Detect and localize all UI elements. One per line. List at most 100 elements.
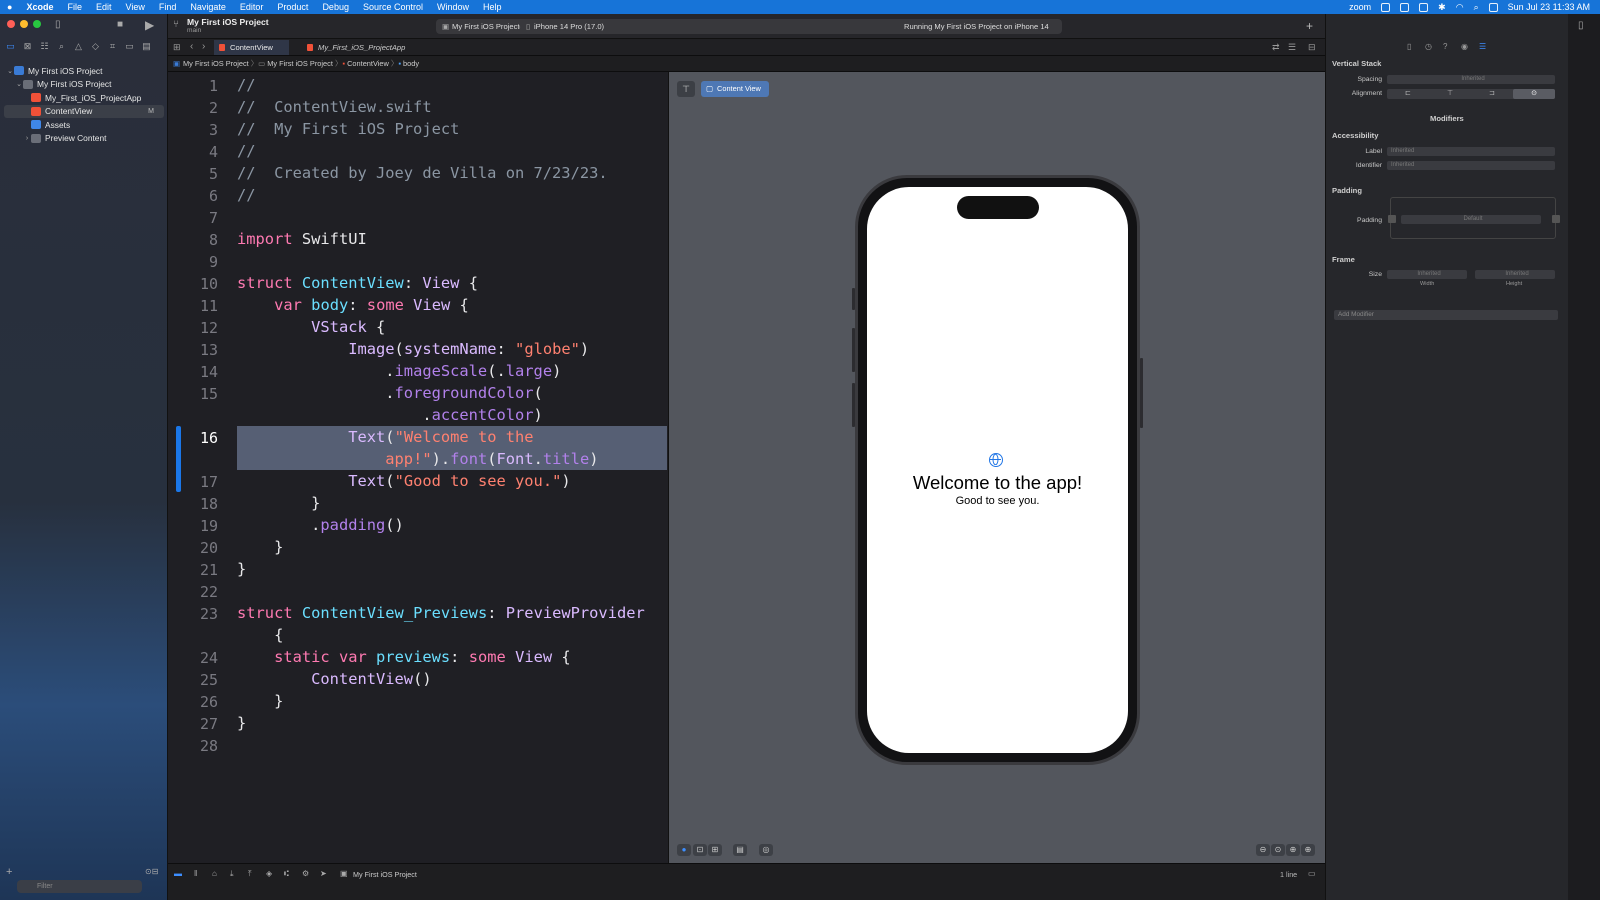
attributes-inspector-icon[interactable]: ☰ <box>1479 42 1486 51</box>
code-line-1[interactable]: // <box>237 76 256 94</box>
panel-toggle-icon[interactable]: ▭ <box>1308 869 1316 878</box>
run-icon[interactable]: ▶ <box>145 18 154 32</box>
preview-canvas[interactable]: ⊤ ▢ Content View Welcome to the app! Goo… <box>668 72 1325 863</box>
code-line-24[interactable]: static var previews: some View { <box>237 648 571 666</box>
device-screen[interactable]: Welcome to the app! Good to see you. <box>867 187 1128 753</box>
filter-options-icon[interactable]: ⊙⊟ <box>145 867 158 876</box>
tree-item-app-file[interactable]: My_First_iOS_ProjectApp <box>0 91 168 105</box>
code-line-16[interactable]: Text("Welcome to the <box>237 428 533 446</box>
accessibility-label-field[interactable]: Inherited <box>1387 147 1555 156</box>
menu-edit[interactable]: Edit <box>89 2 119 12</box>
project-title[interactable]: My First iOS Project <box>187 17 269 27</box>
code-line-11[interactable]: var body: some View { <box>237 296 469 314</box>
code-line-13[interactable]: Image(systemName: "globe") <box>237 340 589 358</box>
back-icon[interactable]: ‹ <box>190 41 193 52</box>
apple-menu-icon[interactable]: ● <box>0 2 19 12</box>
add-modifier-field[interactable]: Add Modifier <box>1334 310 1558 320</box>
display-icon[interactable] <box>1400 2 1410 12</box>
code-line-18[interactable]: } <box>237 494 320 512</box>
code-line-27[interactable]: } <box>237 714 246 732</box>
bluetooth-icon[interactable]: ✱ <box>1438 2 1446 13</box>
live-mode-icon[interactable]: ● <box>677 844 691 856</box>
branch-name[interactable]: main <box>187 27 201 34</box>
battery-icon[interactable] <box>1419 2 1429 12</box>
simulate-location-icon[interactable]: ➤ <box>320 869 327 878</box>
menu-help[interactable]: Help <box>476 2 509 12</box>
close-window-button[interactable] <box>7 20 15 28</box>
breadcrumb-group[interactable]: My First iOS Project <box>267 59 333 68</box>
menu-source-control[interactable]: Source Control <box>356 2 430 12</box>
align-center-icon[interactable]: ⊤ <box>1447 89 1453 98</box>
code-line-26[interactable]: } <box>237 692 283 710</box>
menubar-clock[interactable]: Sun Jul 23 11:33 AM <box>1508 2 1590 12</box>
code-line-10[interactable]: struct ContentView: View { <box>237 274 478 292</box>
zoom-out-icon[interactable]: ⊖ <box>1256 844 1270 856</box>
padding-checkbox[interactable] <box>1388 215 1396 223</box>
variants-icon[interactable]: ⊞ <box>708 844 722 856</box>
destination-selector[interactable]: iPhone 14 Pro (17.0) <box>534 19 604 34</box>
height-field[interactable]: Inherited <box>1475 270 1555 279</box>
grammarly-icon[interactable] <box>1381 2 1391 12</box>
menu-xcode[interactable]: Xcode <box>19 2 60 12</box>
wifi-icon[interactable]: ◠ <box>1456 2 1464 13</box>
code-line-23[interactable]: struct ContentView_Previews: PreviewProv… <box>237 604 645 622</box>
tab-contentview[interactable]: ContentView <box>214 40 289 55</box>
spacing-field[interactable]: Inherited <box>1387 75 1555 84</box>
minimize-window-button[interactable] <box>20 20 28 28</box>
code-line-20[interactable]: } <box>237 538 283 556</box>
tree-item-contentview[interactable]: ContentView M <box>4 104 164 118</box>
tree-item-project[interactable]: ⌄ My First iOS Project <box>0 64 168 78</box>
add-file-icon[interactable]: + <box>6 866 12 878</box>
breadcrumb-symbol[interactable]: body <box>403 59 419 68</box>
debug-navigator-icon[interactable]: ⌗ <box>106 41 119 51</box>
help-inspector-icon[interactable]: ? <box>1443 42 1447 51</box>
code-line-17[interactable]: Text("Good to see you.") <box>237 472 570 490</box>
code-line-15[interactable]: .foregroundColor( <box>237 384 543 402</box>
find-navigator-icon[interactable]: ⌕ <box>55 41 68 51</box>
code-line-8[interactable]: import SwiftUI <box>237 230 367 248</box>
selectable-mode-icon[interactable]: ⊡ <box>693 844 707 856</box>
editor-options-icon[interactable]: ☰ <box>1288 42 1296 53</box>
step-out-icon[interactable]: ⤒ <box>248 869 252 879</box>
zoom-in-icon[interactable]: ⊕ <box>1301 844 1315 856</box>
zoom-window-button[interactable] <box>33 20 41 28</box>
menu-navigate[interactable]: Navigate <box>183 2 233 12</box>
pin-preview-button[interactable]: ⊤ <box>677 81 695 97</box>
menu-window[interactable]: Window <box>430 2 476 12</box>
padding-trailing-checkbox[interactable] <box>1552 215 1560 223</box>
breakpoint-navigator-icon[interactable]: ▭ <box>123 41 136 51</box>
code-line-25[interactable]: ContentView() <box>237 670 431 688</box>
code-line-16-cont[interactable]: app!").font(Font.title) <box>237 450 598 468</box>
code-line-12[interactable]: VStack { <box>237 318 385 336</box>
report-navigator-icon[interactable]: ▤ <box>140 41 153 51</box>
add-button[interactable]: + <box>1306 19 1313 33</box>
control-center-icon[interactable] <box>1488 2 1498 12</box>
tree-item-assets[interactable]: Assets <box>0 118 168 132</box>
device-settings-icon[interactable]: ▤ <box>733 844 747 856</box>
view-hierarchy-icon[interactable]: ◈ <box>266 869 272 878</box>
identifier-field[interactable]: Inherited <box>1387 161 1555 170</box>
toggle-navigator-icon[interactable]: ▯ <box>55 19 61 30</box>
code-line-5[interactable]: // Created by Joey de Villa on 7/23/23. <box>237 164 608 182</box>
code-line-14[interactable]: .imageScale(.large) <box>237 362 561 380</box>
folder-navigator-icon[interactable]: ▭ <box>4 41 17 51</box>
align-leading-icon[interactable]: ⊏ <box>1405 89 1411 98</box>
forward-icon[interactable]: › <box>202 41 205 52</box>
preview-device-icon[interactable]: ◎ <box>759 844 773 856</box>
tab-app-file[interactable]: My_First_iOS_ProjectApp <box>302 40 407 55</box>
breadcrumb-project[interactable]: My First iOS Project <box>183 59 249 68</box>
chevron-down-icon[interactable]: ⌄ <box>6 67 14 75</box>
padding-field[interactable]: Default <box>1401 215 1541 224</box>
code-line-19[interactable]: .padding() <box>237 516 404 534</box>
source-editor[interactable]: 1 2 3 4 5 6 7 8 9 10 11 12 13 14 15 16 17 18 19 20 21 22 23 24 2… <box>168 72 668 863</box>
alignment-segmented-control[interactable]: ⊏ ⊤ ⊐ ⊙ <box>1387 89 1555 99</box>
pause-icon[interactable]: ‖ <box>194 869 197 878</box>
step-into-icon[interactable]: ⤓ <box>230 869 234 879</box>
menu-product[interactable]: Product <box>270 2 315 12</box>
search-icon[interactable]: ⌕ <box>1474 2 1479 13</box>
environment-overrides-icon[interactable]: ⚙ <box>302 869 309 878</box>
tree-item-group[interactable]: ⌄ My First iOS Project <box>0 78 168 92</box>
align-selected-icon[interactable]: ⊙ <box>1513 89 1555 99</box>
code-line-2[interactable]: // ContentView.swift <box>237 98 432 116</box>
chevron-down-icon[interactable]: ⌄ <box>15 80 23 88</box>
